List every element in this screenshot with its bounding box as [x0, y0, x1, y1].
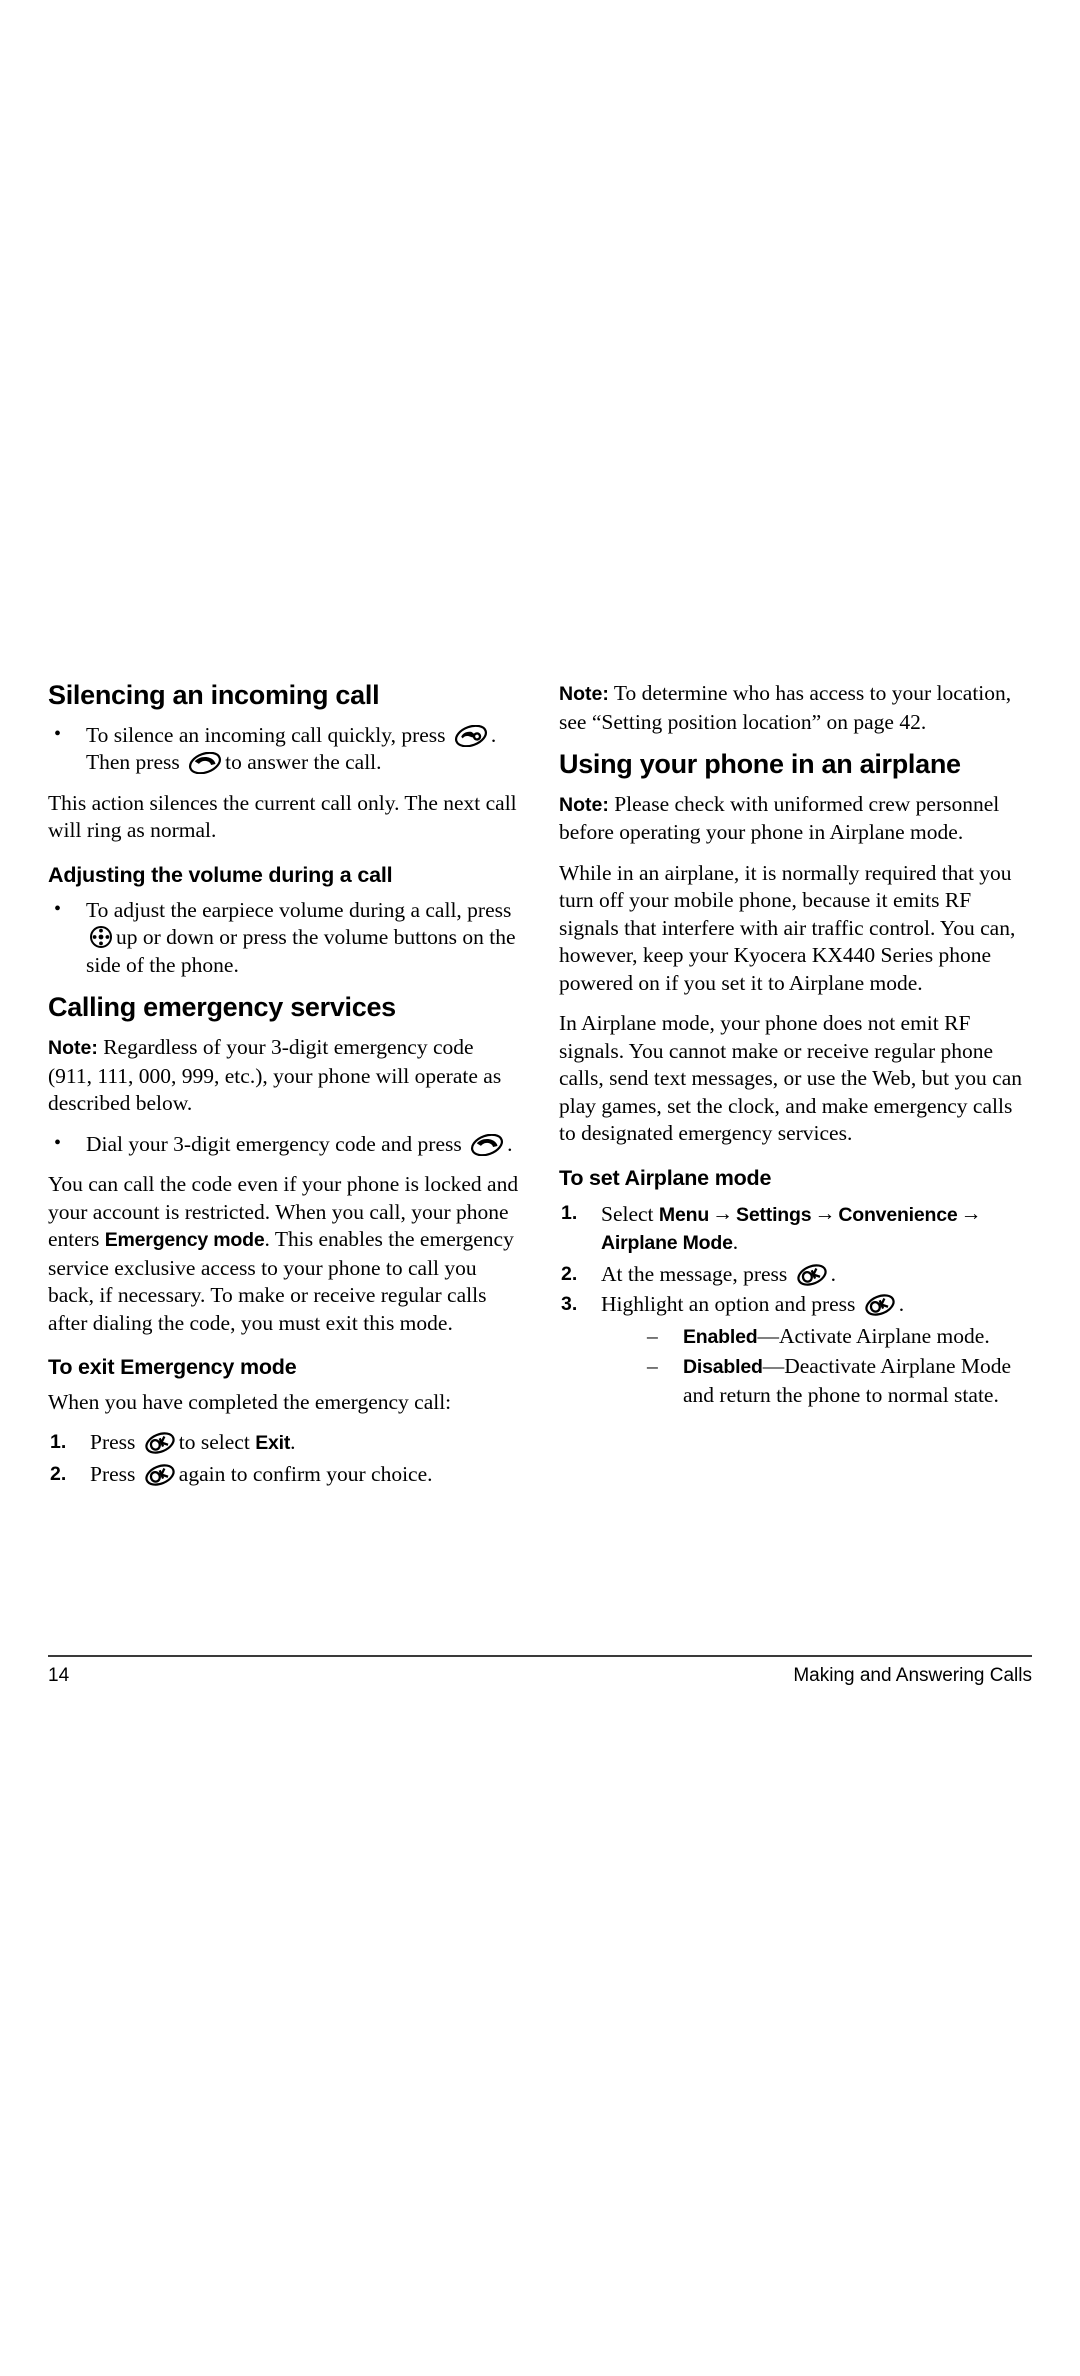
send-call-key-icon: [188, 752, 222, 775]
arrow-right-icon: →: [814, 1200, 836, 1225]
heading-adjusting-the-volume: Adjusting the volume during a call: [48, 862, 393, 887]
option-enabled-description: —Activate Airplane mode.: [757, 1323, 990, 1348]
menu-path-airplane-mode: Airplane Mode: [601, 1232, 733, 1255]
note-label: Note:: [48, 1037, 98, 1060]
note-text: Regardless of your 3-digit emergency cod…: [48, 1035, 502, 1116]
step3-post: .: [898, 1292, 905, 1317]
list-item: Dial your 3-digit emergency code and pre…: [48, 1130, 521, 1159]
dial-bullet-list: Dial your 3-digit emergency code and pre…: [48, 1130, 521, 1159]
list-item: Select Menu → Settings → Convenience →Airplan…: [559, 1200, 1032, 1258]
arrow-right-icon: →: [712, 1200, 734, 1225]
bullet-text-dial-2: .: [507, 1131, 513, 1156]
menu-path-convenience: Convenience: [838, 1203, 958, 1226]
heading-silencing-an-incoming-call: Silencing an incoming call: [48, 680, 380, 710]
list-item: Highlight an option and press . – Enable…: [559, 1291, 1032, 1409]
note-position-location: Note: To determine who has access to you…: [559, 680, 1032, 736]
step1-mid: to select: [178, 1430, 250, 1455]
step1-pre: Select: [601, 1201, 654, 1226]
menu-path-menu: Menu: [658, 1203, 710, 1226]
list-item: To silence an incoming call quickly, pre…: [48, 721, 521, 777]
list-item: Press again to confirm your choice.: [48, 1461, 521, 1489]
set-airplane-steps: Select Menu → Settings → Convenience →Airplan…: [559, 1200, 1032, 1410]
emergency-mode-bold: Emergency mode: [104, 1229, 265, 1252]
list-item: At the message, press .: [559, 1261, 1032, 1289]
paragraph-silences-current-call: This action silences the current call on…: [48, 790, 517, 843]
option-enabled-label: Enabled: [683, 1325, 758, 1348]
list-item: Enabled—Activate Airplane mode.: [643, 1323, 1032, 1352]
page-number: 14: [48, 1665, 70, 1686]
bullet-text-silence-3: to answer the call.: [225, 750, 382, 775]
left-column: Silencing an incoming call To silence an…: [48, 680, 521, 1501]
step2-post: again to confirm your choice.: [178, 1461, 433, 1486]
page-content: Silencing an incoming call To silence an…: [48, 680, 1032, 1501]
paragraph-locked-phone: You can call the code even if your phone…: [48, 1171, 521, 1337]
list-item: Press to select Exit.: [48, 1429, 521, 1458]
volume-bullet-list: To adjust the earpiece volume during a c…: [48, 896, 521, 980]
step1-period: .: [732, 1230, 739, 1255]
step2-pre: At the message, press: [601, 1261, 788, 1286]
step1-pre: Press: [90, 1430, 136, 1455]
step3-pre: Highlight an option and press: [601, 1292, 856, 1317]
note-uniformed-crew: Note: Please check with uniformed crew p…: [559, 791, 1032, 847]
footer-chapter-title: Making and Answering Calls: [793, 1665, 1032, 1686]
note-text: To determine who has access to your loca…: [559, 681, 1012, 734]
list-item: Disabled—Deactivate Airplane Mode and re…: [643, 1353, 1032, 1409]
note-text: Please check with uniformed crew personn…: [559, 791, 1000, 845]
airplane-option-list: Enabled—Activate Airplane mode. Disabled…: [643, 1323, 1032, 1410]
heading-to-exit-emergency-mode: To exit Emergency mode: [48, 1355, 297, 1380]
step2-post: .: [830, 1261, 837, 1286]
step2-pre: Press: [90, 1461, 136, 1486]
bullet-text-silence-1: To silence an incoming call quickly, pre…: [86, 722, 446, 747]
paragraph-in-airplane-mode: In Airplane mode, your phone does not em…: [559, 1011, 1022, 1146]
heading-using-your-phone-in-an-airplane: Using your phone in an airplane: [559, 749, 961, 779]
ok-key-icon: [144, 1432, 176, 1454]
step1-post: .: [290, 1430, 296, 1455]
note-label: Note:: [559, 793, 609, 816]
ok-key-icon: [796, 1263, 828, 1286]
exit-emergency-steps: Press to select Exit. Press again to con…: [48, 1429, 521, 1488]
note-label: Note:: [559, 683, 609, 705]
send-call-key-icon: [470, 1133, 504, 1156]
manual-page: Silencing an incoming call To silence an…: [0, 0, 1080, 2376]
footer-row: 14 Making and Answering Calls: [48, 1657, 1032, 1687]
ok-key-icon: [864, 1294, 896, 1316]
arrow-right-icon: →: [960, 1200, 982, 1225]
right-column: Note: To determine who has access to you…: [559, 680, 1032, 1422]
page-footer: 14 Making and Answering Calls: [48, 1655, 1032, 1687]
navigation-key-icon: [89, 925, 113, 949]
heading-to-set-airplane-mode: To set Airplane mode: [559, 1165, 772, 1190]
note-emergency-code: Note: Regardless of your 3-digit emergen…: [48, 1034, 521, 1118]
heading-calling-emergency-services: Calling emergency services: [48, 992, 396, 1023]
ok-key-icon: [144, 1464, 176, 1486]
paragraph-when-completed: When you have completed the emergency ca…: [48, 1389, 452, 1414]
paragraph-while-in-airplane: While in an airplane, it is normally req…: [559, 860, 1016, 995]
list-item: To adjust the earpiece volume during a c…: [48, 896, 521, 980]
step1-exit-bold: Exit: [255, 1432, 291, 1455]
bullet-text-dial-1: Dial your 3-digit emergency code and pre…: [86, 1131, 462, 1156]
bullet-text-volume-1: To adjust the earpiece volume during a c…: [86, 897, 512, 922]
silencing-bullet-list: To silence an incoming call quickly, pre…: [48, 721, 521, 777]
two-column-layout: Silencing an incoming call To silence an…: [48, 680, 1032, 1501]
bullet-text-volume-2: up or down or press the volume buttons o…: [86, 925, 516, 977]
menu-path-settings: Settings: [736, 1203, 812, 1226]
end-call-key-icon: [454, 724, 488, 747]
option-disabled-label: Disabled: [683, 1356, 763, 1379]
